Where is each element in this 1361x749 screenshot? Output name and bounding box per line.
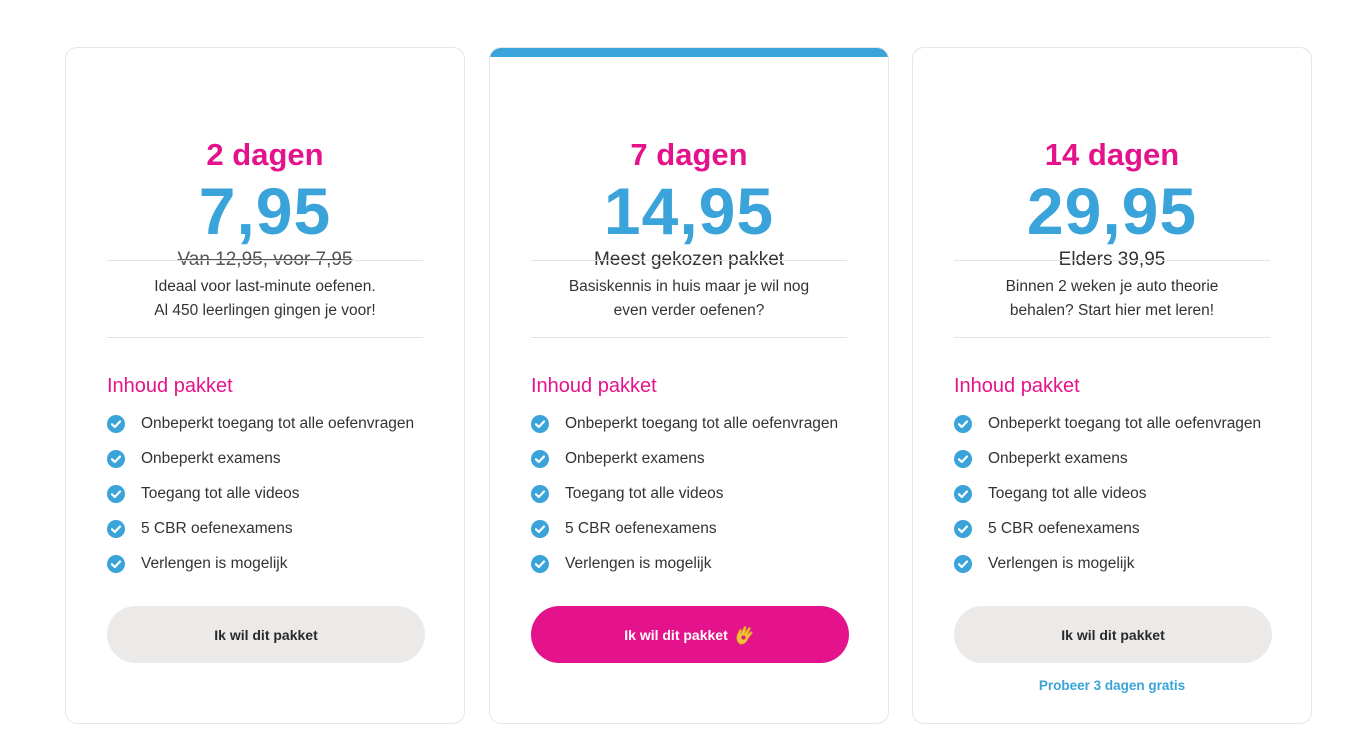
feature-label: Toegang tot alle videos bbox=[988, 484, 1147, 502]
pricing-cards: 2 dagen 7,95 Van 12,95, voor 7,95 Ideaal… bbox=[0, 0, 1361, 749]
plan-description-line: Basiskennis in huis maar je wil nog bbox=[568, 278, 810, 295]
check-circle-icon bbox=[531, 554, 549, 573]
ok-hand-icon bbox=[736, 625, 753, 645]
feature-label: Toegang tot alle videos bbox=[565, 484, 724, 502]
feature-item: Onbeperkt examens bbox=[107, 441, 454, 476]
plan-description-line: even verder oefenen? bbox=[613, 302, 765, 319]
feature-item: 5 CBR oefenexamens bbox=[531, 511, 878, 546]
plan-description-line: Ideaal voor last-minute oefenen. bbox=[154, 278, 376, 295]
feature-item: Verlengen is mogelijk bbox=[954, 546, 1301, 581]
plan-card-2-days: 2 dagen 7,95 Van 12,95, voor 7,95 Ideaal… bbox=[65, 47, 465, 724]
check-circle-icon bbox=[954, 449, 972, 468]
feature-label: 5 CBR oefenexamens bbox=[988, 519, 1140, 537]
feature-label: 5 CBR oefenexamens bbox=[565, 519, 717, 537]
feature-label: Toegang tot alle videos bbox=[141, 484, 300, 502]
select-plan-label: Ik wil dit pakket bbox=[624, 626, 728, 643]
feature-list: Onbeperkt toegang tot alle oefenvragen O… bbox=[954, 406, 1301, 581]
free-trial-link[interactable]: Probeer 3 dagen gratis bbox=[913, 678, 1311, 693]
plan-description-line: behalen? Start hier met leren! bbox=[1009, 302, 1215, 319]
check-circle-icon bbox=[107, 484, 125, 503]
divider bbox=[531, 337, 847, 338]
plan-card-14-days: 14 dagen 29,95 Elders 39,95 Binnen 2 wek… bbox=[912, 47, 1312, 724]
highlight-bar bbox=[490, 48, 888, 57]
plan-card-7-days: 7 dagen 14,95 Meest gekozen pakket Basis… bbox=[489, 47, 889, 724]
divider bbox=[107, 260, 423, 261]
feature-item: 5 CBR oefenexamens bbox=[954, 511, 1301, 546]
feature-item: Toegang tot alle videos bbox=[531, 476, 878, 511]
plan-price: 7,95 bbox=[198, 174, 332, 248]
check-circle-icon bbox=[107, 414, 125, 433]
plan-duration: 7 dagen bbox=[630, 137, 748, 172]
feature-item: Toegang tot alle videos bbox=[107, 476, 454, 511]
divider bbox=[954, 260, 1270, 261]
feature-item: Onbeperkt toegang tot alle oefenvragen bbox=[531, 406, 878, 441]
select-plan-button[interactable]: Ik wil dit pakket bbox=[954, 606, 1272, 663]
check-circle-icon bbox=[531, 519, 549, 538]
feature-label: Onbeperkt examens bbox=[988, 449, 1128, 467]
check-circle-icon bbox=[531, 484, 549, 503]
package-contents-heading: Inhoud pakket bbox=[107, 375, 233, 397]
feature-label: Onbeperkt toegang tot alle oefenvragen bbox=[988, 414, 1262, 432]
package-contents-heading: Inhoud pakket bbox=[954, 375, 1080, 397]
check-circle-icon bbox=[954, 414, 972, 433]
feature-label: Verlengen is mogelijk bbox=[141, 554, 288, 572]
check-circle-icon bbox=[107, 554, 125, 573]
select-plan-button[interactable]: Ik wil dit pakket bbox=[531, 606, 849, 663]
feature-item: Toegang tot alle videos bbox=[954, 476, 1301, 511]
select-plan-button[interactable]: Ik wil dit pakket bbox=[107, 606, 425, 663]
plan-description: Ideaal voor last-minute oefenen. Al 450 … bbox=[96, 275, 434, 323]
feature-label: Onbeperkt examens bbox=[141, 449, 281, 467]
plan-description: Basiskennis in huis maar je wil nog even… bbox=[520, 275, 858, 323]
feature-list: Onbeperkt toegang tot alle oefenvragen O… bbox=[107, 406, 454, 581]
check-circle-icon bbox=[531, 449, 549, 468]
feature-list: Onbeperkt toegang tot alle oefenvragen O… bbox=[531, 406, 878, 581]
feature-item: Verlengen is mogelijk bbox=[107, 546, 454, 581]
feature-item: Onbeperkt toegang tot alle oefenvragen bbox=[107, 406, 454, 441]
feature-label: Onbeperkt toegang tot alle oefenvragen bbox=[565, 414, 839, 432]
package-contents-heading: Inhoud pakket bbox=[531, 375, 657, 397]
divider bbox=[954, 337, 1270, 338]
divider bbox=[531, 260, 847, 261]
feature-item: 5 CBR oefenexamens bbox=[107, 511, 454, 546]
feature-item: Onbeperkt toegang tot alle oefenvragen bbox=[954, 406, 1301, 441]
plan-description: Binnen 2 weken je auto theorie behalen? … bbox=[943, 275, 1281, 323]
check-circle-icon bbox=[107, 449, 125, 468]
feature-item: Onbeperkt examens bbox=[954, 441, 1301, 476]
check-circle-icon bbox=[954, 484, 972, 503]
feature-label: Verlengen is mogelijk bbox=[565, 554, 712, 572]
feature-label: Onbeperkt toegang tot alle oefenvragen bbox=[141, 414, 415, 432]
feature-label: Verlengen is mogelijk bbox=[988, 554, 1135, 572]
check-circle-icon bbox=[531, 414, 549, 433]
feature-item: Verlengen is mogelijk bbox=[531, 546, 878, 581]
feature-label: Onbeperkt examens bbox=[565, 449, 705, 467]
plan-description-line: Binnen 2 weken je auto theorie bbox=[1005, 278, 1219, 295]
check-circle-icon bbox=[954, 554, 972, 573]
plan-duration: 2 dagen bbox=[206, 137, 324, 172]
feature-label: 5 CBR oefenexamens bbox=[141, 519, 293, 537]
divider bbox=[107, 337, 423, 338]
plan-description-line: Al 450 leerlingen gingen je voor! bbox=[154, 302, 376, 319]
plan-duration: 14 dagen bbox=[1044, 137, 1180, 172]
check-circle-icon bbox=[954, 519, 972, 538]
plan-price: 14,95 bbox=[603, 174, 775, 248]
plan-price: 29,95 bbox=[1026, 174, 1198, 248]
feature-item: Onbeperkt examens bbox=[531, 441, 878, 476]
check-circle-icon bbox=[107, 519, 125, 538]
